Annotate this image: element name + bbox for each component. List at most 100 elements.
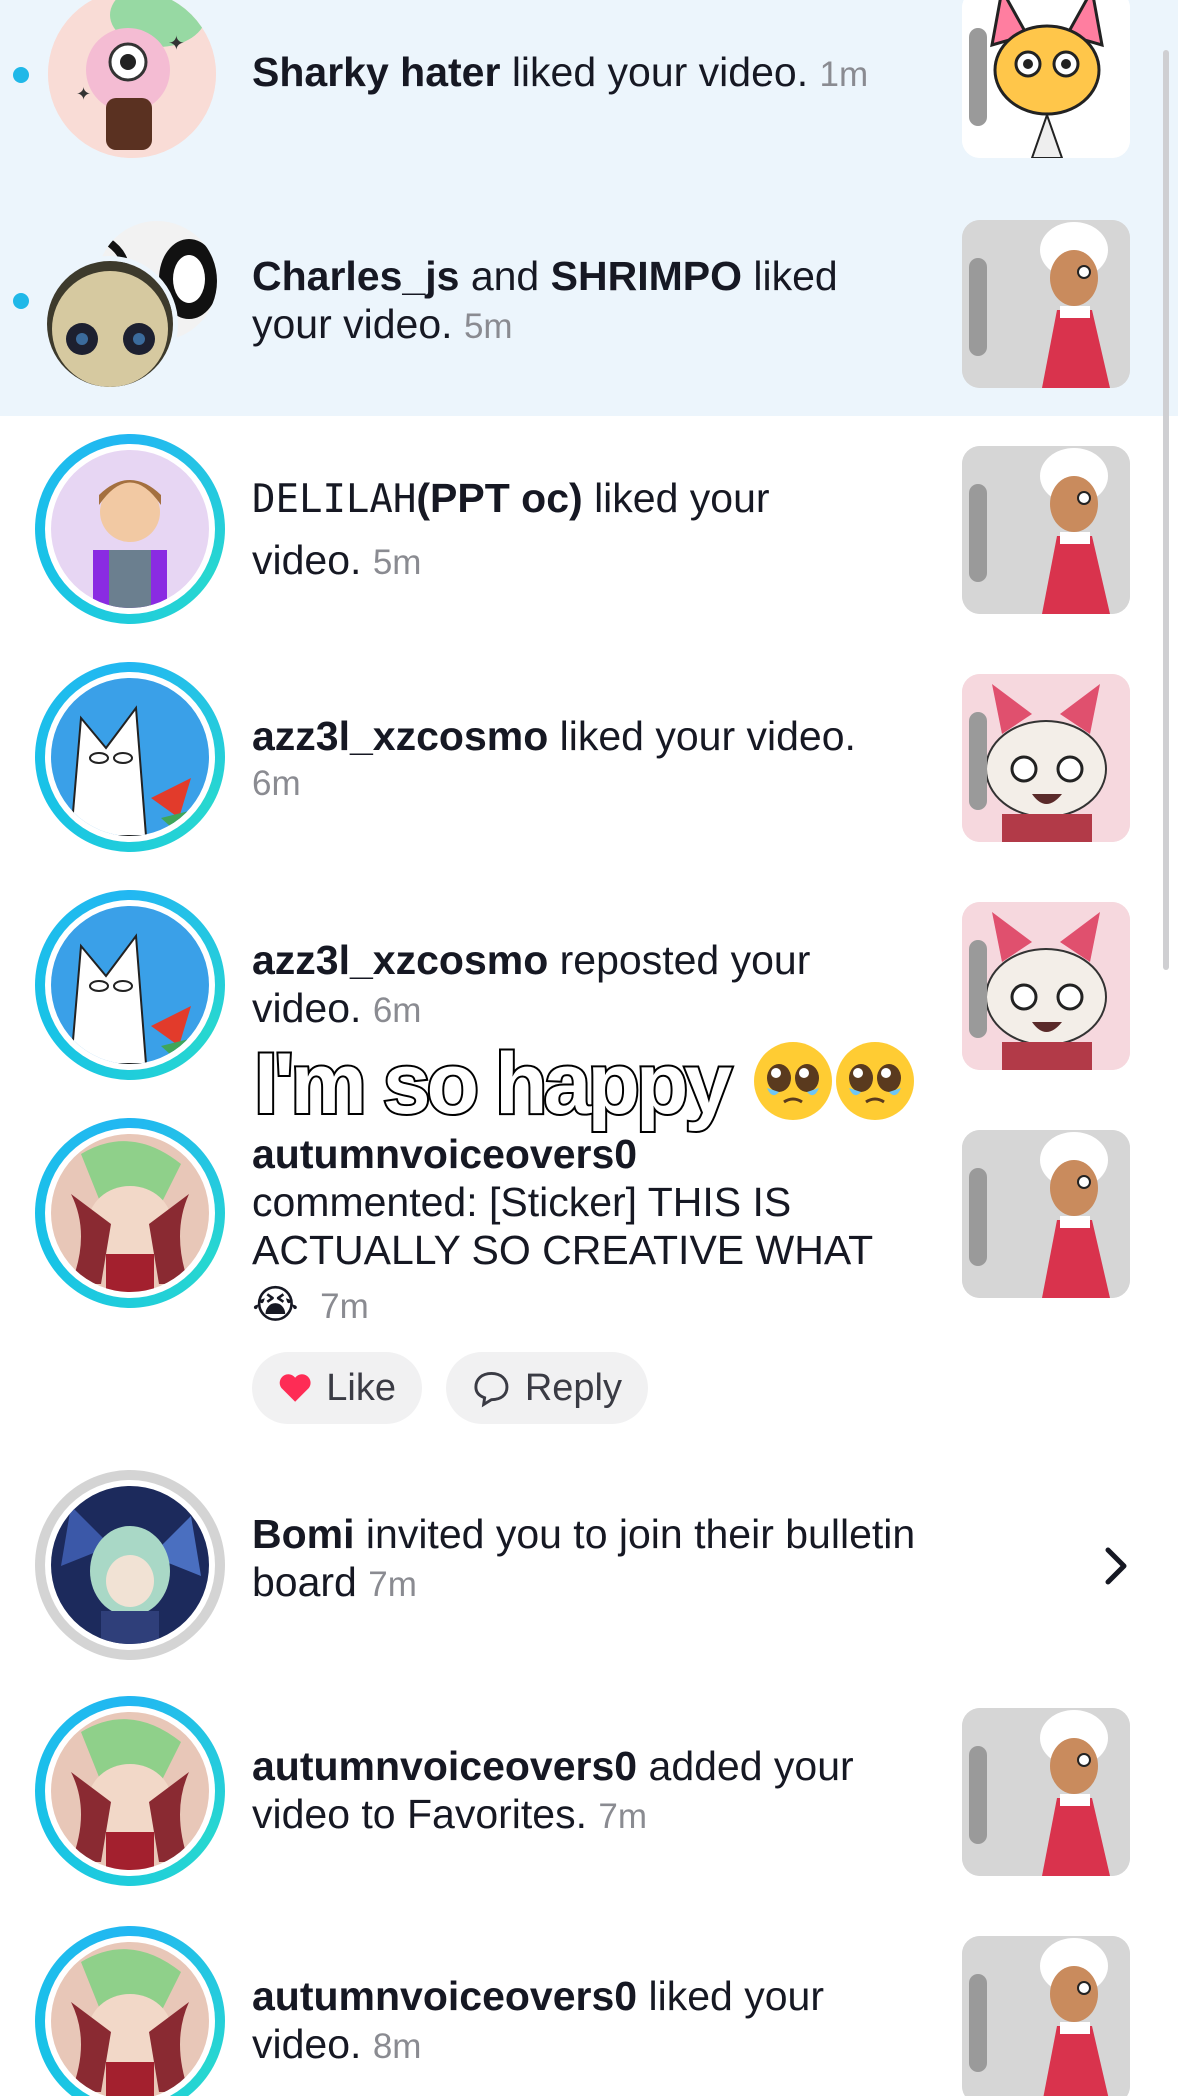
username[interactable]: azz3l_xzcosmo	[252, 713, 548, 759]
watermark-strip	[969, 28, 987, 126]
username[interactable]: SHRIMPO	[551, 253, 742, 299]
story-ring[interactable]	[35, 890, 225, 1080]
action-text: board	[252, 1559, 357, 1605]
svg-text:✦: ✦	[76, 84, 91, 104]
action-text: video.	[252, 985, 362, 1031]
timestamp: 8m	[372, 2027, 422, 2066]
story-ring[interactable]	[35, 1118, 225, 1308]
pleading-face-icon	[836, 1042, 914, 1120]
timestamp: 6m	[372, 991, 422, 1030]
username[interactable]: autumnvoiceovers0	[252, 1973, 637, 2019]
action-text: liked your	[648, 1973, 824, 2019]
notification-row-9[interactable]: autumnvoiceovers0 liked your video. 8m	[0, 1896, 1178, 2096]
svg-text:✦: ✦	[168, 33, 185, 55]
avatar-delilah[interactable]	[51, 450, 209, 608]
username[interactable]: azz3l_xzcosmo	[252, 937, 548, 983]
avatar-azz3l[interactable]	[51, 906, 209, 1064]
notification-row-6[interactable]: autumnvoiceovers0 commented: [Sticker] T…	[0, 1100, 1178, 1440]
notification-row-3[interactable]: DELILAH(PPT oc) liked your video. 5m	[0, 416, 1178, 644]
video-thumbnail[interactable]	[962, 1130, 1130, 1298]
story-ring[interactable]	[35, 434, 225, 624]
action-text: reposted your	[559, 937, 811, 983]
action-text: invited you to join their bulletin	[365, 1511, 916, 1557]
video-thumbnail[interactable]	[962, 1936, 1130, 2096]
notification-row-8[interactable]: autumnvoiceovers0 added your video to Fa…	[0, 1668, 1178, 1896]
like-button[interactable]: Like	[252, 1352, 422, 1424]
username[interactable]: Bomi	[252, 1511, 355, 1557]
username[interactable]: autumnvoiceovers0	[252, 1131, 637, 1177]
avatar-bomi[interactable]	[51, 1486, 209, 1644]
notification-row-4[interactable]: azz3l_xzcosmo liked your video. 6m	[0, 644, 1178, 872]
notification-text: Sharky hater liked your video. 1m	[252, 48, 868, 99]
avatar-autumnvoiceovers0[interactable]	[51, 1712, 209, 1870]
unread-dot	[13, 67, 29, 83]
notification-text: autumnvoiceovers0 liked your video. 8m	[252, 1972, 824, 2071]
watermark-strip	[969, 484, 987, 582]
notification-row-7[interactable]: Bomi invited you to join their bulletin …	[0, 1440, 1178, 1668]
notification-row-2[interactable]: Charles_js and SHRIMPO liked your video.…	[0, 210, 1178, 416]
username[interactable]: Sharky hater	[252, 49, 500, 95]
avatar-ring[interactable]	[35, 1470, 225, 1660]
crying-emoji: 😭	[252, 1282, 299, 1328]
scrollbar[interactable]	[1163, 50, 1169, 970]
action-text: your video.	[252, 301, 453, 347]
story-ring[interactable]	[35, 1696, 225, 1886]
video-thumbnail[interactable]	[962, 674, 1130, 842]
timestamp: 6m	[252, 764, 301, 803]
notification-text: azz3l_xzcosmo reposted your video. 6m	[252, 936, 810, 1035]
timestamp: 1m	[819, 55, 869, 94]
chevron-right-icon[interactable]	[1100, 1544, 1132, 1588]
timestamp: 7m	[598, 1797, 648, 1836]
action-text: liked	[753, 253, 838, 299]
watermark-strip	[969, 1974, 987, 2072]
action-text: added your	[648, 1743, 854, 1789]
username[interactable]: DELILAH	[252, 477, 416, 522]
avatar-autumnvoiceovers0[interactable]	[51, 1942, 209, 2096]
avatar-sharky-hater[interactable]: ✦ ✦	[48, 0, 216, 158]
notification-row-1[interactable]: ✦ ✦ Sharky hater liked your video. 1m	[0, 0, 1178, 210]
story-ring[interactable]	[35, 662, 225, 852]
notification-text: azz3l_xzcosmo liked your video. 6m	[252, 712, 856, 808]
story-ring[interactable]	[35, 1926, 225, 2096]
unread-dot	[13, 293, 29, 309]
timestamp: 7m	[320, 1287, 369, 1326]
pleading-face-icon	[754, 1042, 832, 1120]
comment-bubble-icon	[474, 1371, 509, 1408]
action-text: liked your	[594, 475, 770, 521]
action-text: liked your video.	[511, 49, 809, 95]
timestamp: 7m	[368, 1565, 417, 1604]
joiner-text: and	[470, 253, 540, 299]
username[interactable]: Charles_js	[252, 253, 459, 299]
video-thumbnail[interactable]	[962, 1708, 1130, 1876]
action-text: video.	[252, 2021, 362, 2067]
avatar-charles-js[interactable]	[42, 256, 178, 392]
watermark-strip	[969, 1746, 987, 1844]
watermark-strip	[969, 1168, 987, 1266]
video-thumbnail[interactable]	[962, 220, 1130, 388]
avatar-azz3l[interactable]	[51, 678, 209, 836]
notification-text: Bomi invited you to join their bulletin …	[252, 1510, 915, 1609]
heart-icon	[279, 1374, 311, 1402]
reply-button[interactable]: Reply	[446, 1352, 648, 1424]
notification-text: autumnvoiceovers0 added your video to Fa…	[252, 1742, 854, 1841]
watermark-strip	[969, 940, 987, 1038]
video-thumbnail[interactable]	[962, 0, 1130, 158]
action-text: video.	[252, 537, 362, 583]
video-thumbnail[interactable]	[962, 902, 1130, 1070]
watermark-strip	[969, 712, 987, 810]
comment-text-line-2: ACTUALLY SO CREATIVE WHAT	[252, 1227, 874, 1273]
notification-text: Charles_js and SHRIMPO liked your video.…	[252, 252, 838, 351]
comment-text-line-1: commented: [Sticker] THIS IS	[252, 1179, 792, 1225]
avatar-autumnvoiceovers0[interactable]	[51, 1134, 209, 1292]
watermark-strip	[969, 258, 987, 356]
reply-label: Reply	[524, 1366, 622, 1409]
action-text: video to Favorites.	[252, 1791, 587, 1837]
username[interactable]: autumnvoiceovers0	[252, 1743, 637, 1789]
overlay-caption: I'm so happy	[252, 1034, 734, 1134]
video-thumbnail[interactable]	[962, 446, 1130, 614]
like-label: Like	[326, 1366, 396, 1409]
action-text: liked your video.	[559, 713, 856, 759]
notification-text: autumnvoiceovers0 commented: [Sticker] T…	[252, 1130, 873, 1331]
timestamp: 5m	[463, 307, 513, 346]
username-suffix[interactable]: (PPT oc)	[416, 475, 582, 521]
